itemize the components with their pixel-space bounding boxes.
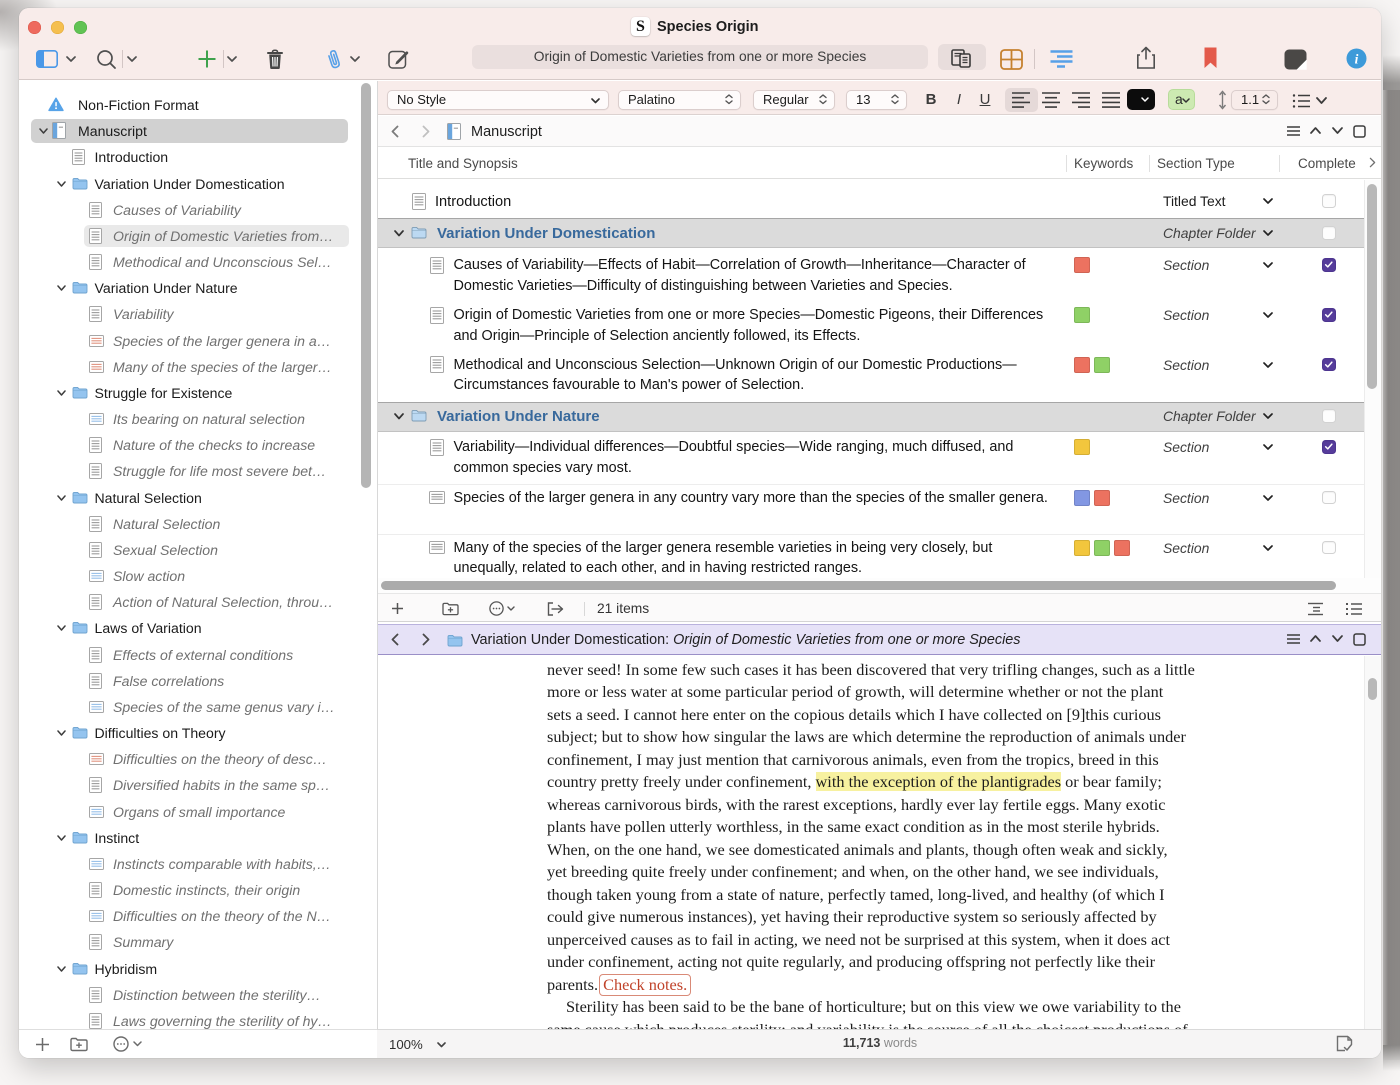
svg-text:i: i (1354, 51, 1358, 66)
